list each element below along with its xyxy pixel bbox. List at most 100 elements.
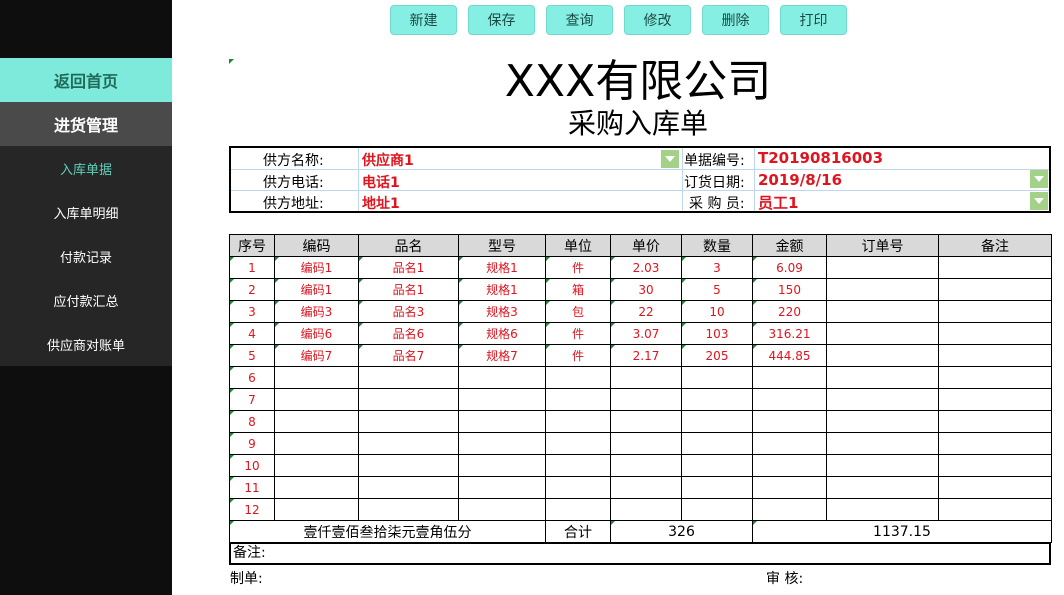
cell-remark[interactable] (938, 498, 1052, 521)
sidebar-item-payment-records[interactable]: 付款记录 (0, 234, 172, 278)
cell-amount[interactable]: 150 (752, 278, 827, 301)
cell-model[interactable] (458, 476, 546, 499)
cell-code[interactable]: 编码3 (274, 300, 359, 323)
cell-price[interactable] (610, 388, 682, 411)
cell-remark[interactable] (938, 278, 1052, 301)
cell-model[interactable] (458, 454, 546, 477)
cell-order-no[interactable] (826, 410, 939, 433)
sidebar-item-payables-summary[interactable]: 应付款汇总 (0, 278, 172, 322)
cell-qty[interactable]: 3 (681, 256, 753, 279)
order-date-field[interactable]: 2019/8/16 (758, 171, 842, 189)
cell-unit[interactable] (545, 366, 611, 389)
cell-name[interactable] (358, 498, 459, 521)
cell-remark[interactable] (938, 344, 1052, 367)
cell-amount[interactable]: 6.09 (752, 256, 827, 279)
cell-model[interactable] (458, 366, 546, 389)
cell-code[interactable]: 编码6 (274, 322, 359, 345)
new-button[interactable]: 新建 (390, 5, 457, 35)
cell-seq[interactable]: 10 (229, 454, 275, 477)
cell-name[interactable] (358, 476, 459, 499)
cell-order-no[interactable] (826, 432, 939, 455)
cell-code[interactable] (274, 432, 359, 455)
cell-price[interactable] (610, 410, 682, 433)
cell-qty[interactable]: 103 (681, 322, 753, 345)
query-button[interactable]: 查询 (546, 5, 613, 35)
sidebar-item-purchase-management[interactable]: 进货管理 (0, 102, 172, 146)
cell-seq[interactable]: 5 (229, 344, 275, 367)
cell-price[interactable] (610, 454, 682, 477)
cell-code[interactable]: 编码1 (274, 256, 359, 279)
cell-seq[interactable]: 6 (229, 366, 275, 389)
cell-name[interactable]: 品名6 (358, 322, 459, 345)
cell-name[interactable] (358, 366, 459, 389)
cell-code[interactable]: 编码7 (274, 344, 359, 367)
cell-model[interactable]: 规格6 (458, 322, 546, 345)
cell-qty[interactable] (681, 410, 753, 433)
cell-remark[interactable] (938, 410, 1052, 433)
cell-remark[interactable] (938, 476, 1052, 499)
cell-model[interactable] (458, 388, 546, 411)
cell-price[interactable]: 2.03 (610, 256, 682, 279)
cell-order-no[interactable] (826, 388, 939, 411)
cell-amount[interactable] (752, 454, 827, 477)
cell-unit[interactable]: 包 (545, 300, 611, 323)
cell-remark[interactable] (938, 256, 1052, 279)
cell-code[interactable]: 编码1 (274, 278, 359, 301)
cell-seq[interactable]: 9 (229, 432, 275, 455)
cell-seq[interactable]: 8 (229, 410, 275, 433)
cell-name[interactable] (358, 454, 459, 477)
cell-remark[interactable] (938, 388, 1052, 411)
cell-unit[interactable] (545, 432, 611, 455)
cell-order-no[interactable] (826, 278, 939, 301)
supplier-dropdown[interactable] (661, 150, 679, 168)
edit-button[interactable]: 修改 (624, 5, 691, 35)
cell-amount[interactable] (752, 388, 827, 411)
remark-field[interactable]: 备注: (229, 542, 1051, 565)
sidebar-item-receipt-docs[interactable]: 入库单据 (0, 146, 172, 190)
cell-name[interactable] (358, 388, 459, 411)
cell-price[interactable] (610, 432, 682, 455)
cell-name[interactable]: 品名1 (358, 278, 459, 301)
cell-name[interactable] (358, 410, 459, 433)
cell-unit[interactable]: 件 (545, 322, 611, 345)
cell-seq[interactable]: 12 (229, 498, 275, 521)
cell-remark[interactable] (938, 366, 1052, 389)
delete-button[interactable]: 删除 (702, 5, 769, 35)
cell-price[interactable]: 2.17 (610, 344, 682, 367)
cell-code[interactable] (274, 454, 359, 477)
cell-model[interactable]: 规格1 (458, 278, 546, 301)
cell-unit[interactable]: 箱 (545, 278, 611, 301)
doc-number-field[interactable]: T20190816003 (758, 149, 883, 167)
cell-seq[interactable]: 1 (229, 256, 275, 279)
cell-model[interactable]: 规格3 (458, 300, 546, 323)
cell-seq[interactable]: 11 (229, 476, 275, 499)
cell-order-no[interactable] (826, 322, 939, 345)
cell-remark[interactable] (938, 322, 1052, 345)
cell-unit[interactable] (545, 454, 611, 477)
cell-qty[interactable] (681, 366, 753, 389)
cell-model[interactable] (458, 432, 546, 455)
cell-name[interactable]: 品名7 (358, 344, 459, 367)
cell-model[interactable] (458, 410, 546, 433)
cell-amount[interactable] (752, 366, 827, 389)
cell-qty[interactable]: 5 (681, 278, 753, 301)
cell-seq[interactable]: 4 (229, 322, 275, 345)
cell-order-no[interactable] (826, 256, 939, 279)
order-date-dropdown[interactable] (1030, 170, 1048, 188)
sidebar-item-receipt-details[interactable]: 入库单明细 (0, 190, 172, 234)
cell-order-no[interactable] (826, 366, 939, 389)
cell-code[interactable] (274, 388, 359, 411)
cell-amount[interactable]: 220 (752, 300, 827, 323)
sidebar-item-supplier-statement[interactable]: 供应商对账单 (0, 322, 172, 366)
cell-qty[interactable] (681, 388, 753, 411)
cell-unit[interactable]: 件 (545, 344, 611, 367)
cell-price[interactable]: 3.07 (610, 322, 682, 345)
cell-amount[interactable]: 444.85 (752, 344, 827, 367)
cell-amount[interactable]: 316.21 (752, 322, 827, 345)
print-button[interactable]: 打印 (780, 5, 847, 35)
cell-amount[interactable] (752, 498, 827, 521)
cell-qty[interactable] (681, 476, 753, 499)
supplier-name-field[interactable]: 供应商1 (362, 150, 414, 170)
cell-code[interactable] (274, 410, 359, 433)
cell-unit[interactable]: 件 (545, 256, 611, 279)
